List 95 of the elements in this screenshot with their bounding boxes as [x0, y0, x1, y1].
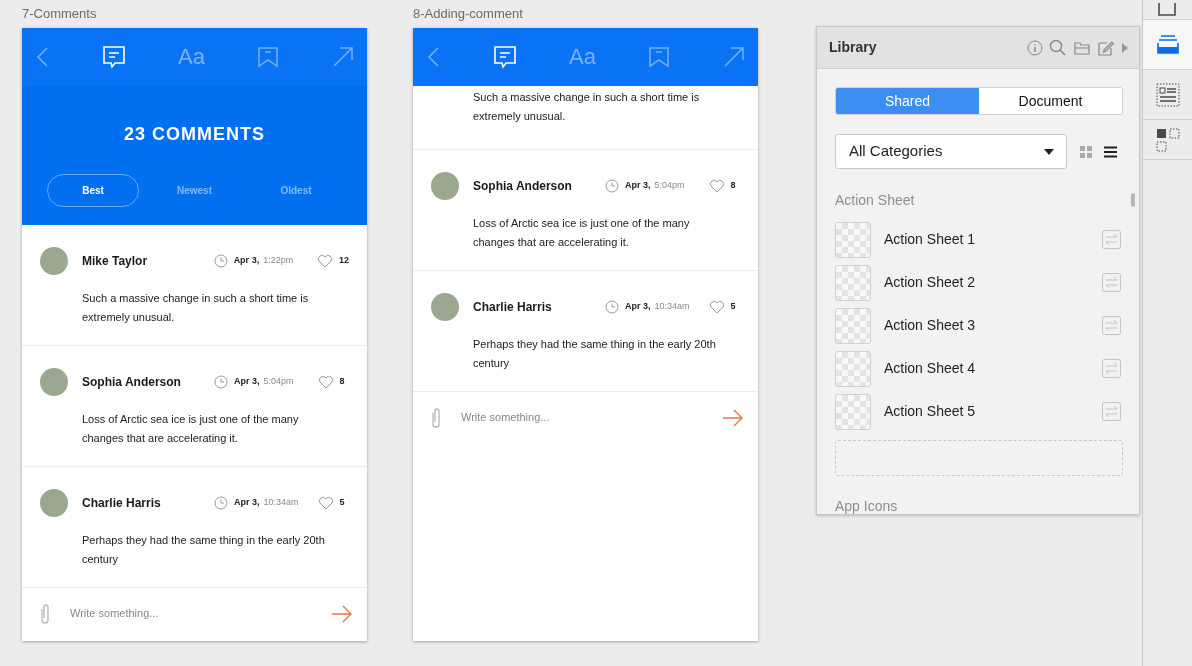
library-item[interactable]: Action Sheet 2	[835, 261, 1121, 304]
commenter-name: Mike Taylor	[81, 253, 149, 270]
swap-icon[interactable]	[1102, 316, 1121, 335]
back-icon[interactable]	[426, 46, 440, 68]
comment-text: Such a massive change in such a short time is extremely unusual.	[81, 291, 310, 325]
scrollbar-thumb[interactable]	[1131, 193, 1135, 207]
comment-text: Perhaps they had the same thing in the early 20th century	[81, 533, 326, 567]
comment-date: Apr 3,	[625, 179, 651, 193]
item-label: Action Sheet 2	[884, 273, 977, 292]
item-label: Action Sheet 4	[884, 359, 977, 378]
panel-title: Library	[829, 38, 878, 57]
library-item[interactable]: Action Sheet 5	[835, 390, 1121, 433]
thumbnail	[835, 264, 871, 301]
artboard-label: 7-Comments	[22, 5, 98, 23]
heart-icon[interactable]	[317, 375, 334, 389]
search-icon[interactable]	[1049, 38, 1067, 57]
section-heading: App Icons	[835, 497, 899, 516]
section-heading: Action Sheet	[835, 191, 916, 210]
comment-date: Apr 3,	[233, 254, 260, 268]
commenter-name: Sophia Anderson	[473, 178, 573, 195]
commenter-name: Charlie Harris	[82, 495, 162, 512]
commenter-name: Charlie Harris	[473, 299, 553, 316]
artboard-label: 8-Adding-comment	[413, 5, 524, 23]
send-icon[interactable]	[722, 408, 744, 427]
avatar	[40, 247, 68, 275]
comment-time: 5:04pm	[654, 179, 686, 193]
heart-icon[interactable]	[708, 179, 725, 193]
like-count: 5	[339, 496, 345, 510]
like-count: 8	[339, 375, 345, 389]
back-icon[interactable]	[35, 46, 49, 68]
comment-text: Loss of Arctic sea ice is just one of the many changes that are accelerating it.	[81, 412, 300, 446]
library-icon	[1155, 32, 1180, 57]
comment-icon[interactable]	[492, 45, 517, 69]
clock-icon	[605, 179, 619, 193]
comment-time: 1:22pm	[263, 254, 295, 268]
comment-time: 10:34am	[654, 300, 691, 314]
clock-icon	[214, 375, 228, 389]
like-count: 8	[730, 179, 736, 193]
avatar	[40, 489, 68, 517]
properties-icon	[1155, 82, 1180, 107]
comment-icon[interactable]	[101, 45, 126, 69]
thumbnail	[835, 307, 871, 344]
avatar	[431, 172, 459, 200]
grid-view-icon[interactable]	[1080, 145, 1092, 158]
like-count: 12	[339, 254, 349, 268]
comment-date: Apr 3,	[234, 375, 260, 389]
comments-count: 23 COMMENTS	[124, 123, 265, 146]
comment-time: 10:34am	[263, 496, 300, 510]
clock-icon	[214, 496, 228, 510]
library-tool-button[interactable]	[1143, 20, 1192, 70]
share-icon[interactable]	[332, 46, 354, 68]
item-label: Action Sheet 1	[884, 230, 977, 249]
dropdown-caret-icon	[1044, 148, 1054, 155]
avatar	[431, 293, 459, 321]
comment-text: Perhaps they had the same thing in the early 20th century	[472, 337, 717, 371]
caret-icon[interactable]	[1121, 42, 1129, 53]
thumbnail	[835, 221, 871, 258]
folder-icon[interactable]	[1074, 39, 1090, 56]
comment-text: Loss of Arctic sea ice is just one of the many changes that are accelerating it.	[472, 216, 691, 250]
category-dropdown[interactable]: All Categories	[835, 134, 1067, 169]
clock-icon	[605, 300, 619, 314]
heart-icon[interactable]	[317, 254, 333, 268]
library-item[interactable]: Action Sheet 4	[835, 347, 1121, 390]
edit-icon[interactable]	[1098, 39, 1114, 56]
avatar	[40, 368, 68, 396]
comment-time: 5:04pm	[263, 375, 295, 389]
clock-icon	[213, 254, 228, 268]
comment-input[interactable]: Write something...	[70, 605, 331, 622]
swap-icon[interactable]	[1102, 402, 1121, 421]
swap-icon[interactable]	[1102, 359, 1121, 378]
item-label: Action Sheet 3	[884, 316, 977, 335]
info-icon[interactable]	[1027, 39, 1043, 56]
item-label: Action Sheet 5	[884, 402, 977, 421]
comment-text: Such a massive change in such a short time is extremely unusual.	[472, 90, 701, 124]
like-count: 5	[730, 300, 736, 314]
list-view-icon[interactable]	[1104, 145, 1117, 158]
paperclip-icon[interactable]	[429, 406, 443, 429]
comment-input[interactable]: Write something...	[461, 409, 722, 426]
commenter-name: Sophia Anderson	[82, 374, 182, 391]
heart-icon[interactable]	[708, 300, 725, 314]
send-icon[interactable]	[331, 604, 353, 623]
swap-icon[interactable]	[1102, 273, 1121, 292]
heart-icon[interactable]	[317, 496, 334, 510]
bookmark-icon[interactable]	[257, 46, 280, 68]
paperclip-icon[interactable]	[38, 602, 52, 625]
thumbnail	[835, 393, 871, 430]
components-icon	[1155, 127, 1180, 152]
comment-date: Apr 3,	[625, 300, 651, 314]
bookmark-icon[interactable]	[648, 46, 671, 68]
share-icon[interactable]	[723, 46, 745, 68]
library-item[interactable]: Action Sheet 1	[835, 218, 1121, 261]
thumbnail	[835, 350, 871, 387]
swap-icon[interactable]	[1102, 230, 1121, 249]
comment-date: Apr 3,	[234, 496, 260, 510]
library-item[interactable]: Action Sheet 3	[835, 304, 1121, 347]
